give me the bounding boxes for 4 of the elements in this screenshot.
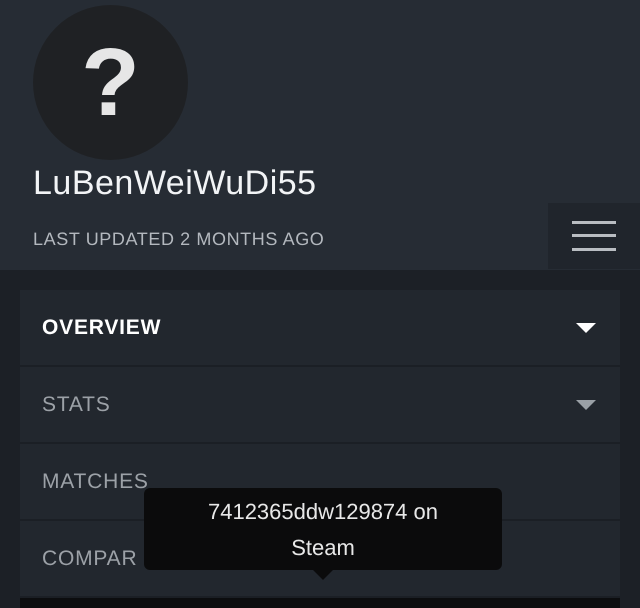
tooltip: 7412365ddw129874 on Steam xyxy=(144,488,502,570)
username: LuBenWeiWuDi55 xyxy=(33,164,318,203)
avatar-question-mark: ? xyxy=(81,28,140,138)
last-updated-text: LAST UPDATED 2 MONTHS AGO xyxy=(33,228,324,250)
